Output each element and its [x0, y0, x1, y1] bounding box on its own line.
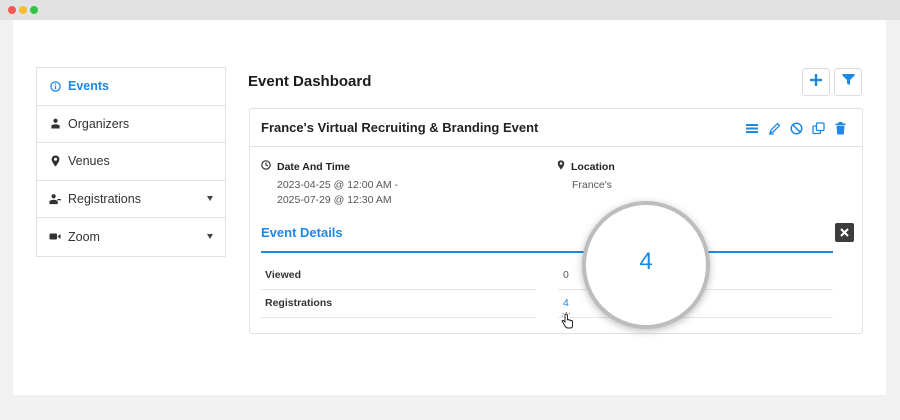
sidebar-item-label: Zoom	[68, 229, 100, 244]
close-icon	[840, 224, 849, 242]
page-content: Events Organizers Venues Registrations Z…	[13, 20, 886, 395]
trash-icon[interactable]	[832, 121, 848, 135]
date-range: 2023-04-25 @ 12:00 AM - 2025-07-29 @ 12:…	[277, 178, 398, 208]
row-divider	[261, 317, 536, 318]
details-divider	[261, 251, 833, 253]
clock-icon	[261, 160, 277, 173]
sidebar-item-registrations[interactable]: Registrations	[37, 181, 225, 218]
minimize-window-dot[interactable]	[19, 6, 27, 14]
filter-button[interactable]	[834, 68, 862, 96]
list-icon[interactable]	[744, 121, 760, 135]
person-icon	[49, 118, 61, 130]
window-titlebar	[0, 0, 900, 20]
close-details-button[interactable]	[835, 223, 854, 242]
event-details-title: Event Details	[261, 225, 343, 240]
row-divider	[558, 317, 833, 318]
duplicate-icon[interactable]	[810, 121, 826, 135]
registrations-label: Registrations	[265, 297, 333, 309]
plus-icon	[809, 73, 823, 92]
sidebar-item-label: Venues	[68, 154, 110, 169]
viewed-value: 0	[563, 269, 569, 281]
location-value: France's	[572, 179, 612, 191]
filter-icon	[842, 73, 855, 91]
event-card: France's Virtual Recruiting & Branding E…	[249, 108, 863, 334]
cancel-icon[interactable]	[788, 121, 804, 135]
sidebar-item-label: Events	[68, 79, 109, 94]
sidebar-item-organizers[interactable]: Organizers	[37, 106, 225, 143]
date-time-label: Date And Time	[261, 160, 350, 173]
sidebar: Events Organizers Venues Registrations Z…	[36, 67, 226, 257]
location-label-text: Location	[571, 160, 615, 173]
location-label: Location	[557, 160, 615, 173]
viewed-label: Viewed	[265, 269, 301, 281]
event-title: France's Virtual Recruiting & Branding E…	[261, 120, 539, 135]
edit-icon[interactable]	[766, 121, 782, 135]
date-time-label-text: Date And Time	[277, 160, 350, 173]
chevron-down-icon[interactable]	[207, 233, 213, 239]
sidebar-item-events[interactable]: Events	[37, 68, 225, 106]
date-start: 2023-04-25 @ 12:00 AM -	[277, 179, 398, 191]
pointer-cursor-icon	[560, 312, 574, 335]
zoom-magnifier: 4	[582, 201, 710, 329]
registrations-icon	[49, 193, 61, 205]
info-circle-icon	[49, 80, 61, 92]
sidebar-item-label: Registrations	[68, 191, 141, 206]
page-title: Event Dashboard	[248, 73, 372, 90]
maximize-window-dot[interactable]	[30, 6, 38, 14]
date-end: 2025-07-29 @ 12:30 AM	[277, 194, 392, 206]
chevron-down-icon[interactable]	[207, 195, 213, 201]
registrations-count-link[interactable]: 4	[563, 297, 569, 309]
map-pin-icon	[557, 160, 571, 173]
magnified-registrations-count: 4	[639, 248, 653, 275]
sidebar-item-label: Organizers	[68, 116, 130, 131]
event-actions	[744, 121, 848, 135]
row-divider	[261, 289, 536, 290]
map-pin-icon	[49, 155, 61, 167]
event-card-header: France's Virtual Recruiting & Branding E…	[250, 109, 862, 147]
add-event-button[interactable]	[802, 68, 830, 96]
sidebar-item-zoom[interactable]: Zoom	[37, 218, 225, 256]
video-camera-icon	[49, 231, 61, 243]
sidebar-item-venues[interactable]: Venues	[37, 143, 225, 181]
close-window-dot[interactable]	[8, 6, 16, 14]
